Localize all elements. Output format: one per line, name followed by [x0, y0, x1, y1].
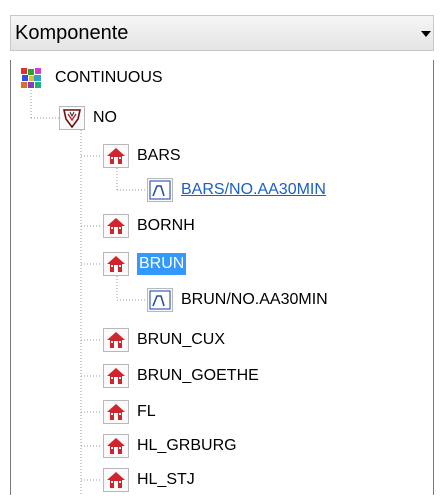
tree-node-label: BARS: [137, 147, 181, 164]
tree-node-label: FL: [137, 403, 156, 420]
station-icon: [103, 400, 129, 424]
chevron-down-icon[interactable]: [421, 31, 431, 37]
tree-node-label: BRUN_CUX: [137, 331, 226, 348]
shield-icon: [59, 106, 85, 130]
tree-node-label: HL_GRBURG: [137, 437, 237, 454]
station-icon: [103, 468, 129, 492]
component-dropdown-value: Komponente: [15, 22, 129, 44]
tree-node-label: BRUN: [137, 253, 187, 275]
component-tree[interactable]: CONTINUOUS NO BARS BARS/NO.AA30MIN BORNH BRUN…: [10, 60, 434, 495]
station-icon: [103, 364, 129, 388]
tree-node-label: BRUN_GOETHE: [137, 367, 259, 384]
tree-node-label: NO: [93, 109, 117, 126]
station-icon: [103, 434, 129, 458]
tree-node-label: BRUN/NO.AA30MIN: [181, 291, 328, 308]
station-icon: [103, 252, 129, 276]
station-icon: [103, 214, 129, 238]
continuous-icon: [19, 66, 45, 90]
component-dropdown[interactable]: Komponente: [10, 15, 434, 51]
tree-node-label: BARS/NO.AA30MIN: [181, 181, 326, 198]
series-icon: [147, 288, 173, 312]
tree-node-label: BORNH: [137, 217, 195, 234]
tree-node-label: CONTINUOUS: [55, 69, 163, 86]
station-icon: [103, 144, 129, 168]
series-icon: [147, 178, 173, 202]
tree-node-label: HL_STJ: [137, 471, 195, 488]
station-icon: [103, 328, 129, 352]
